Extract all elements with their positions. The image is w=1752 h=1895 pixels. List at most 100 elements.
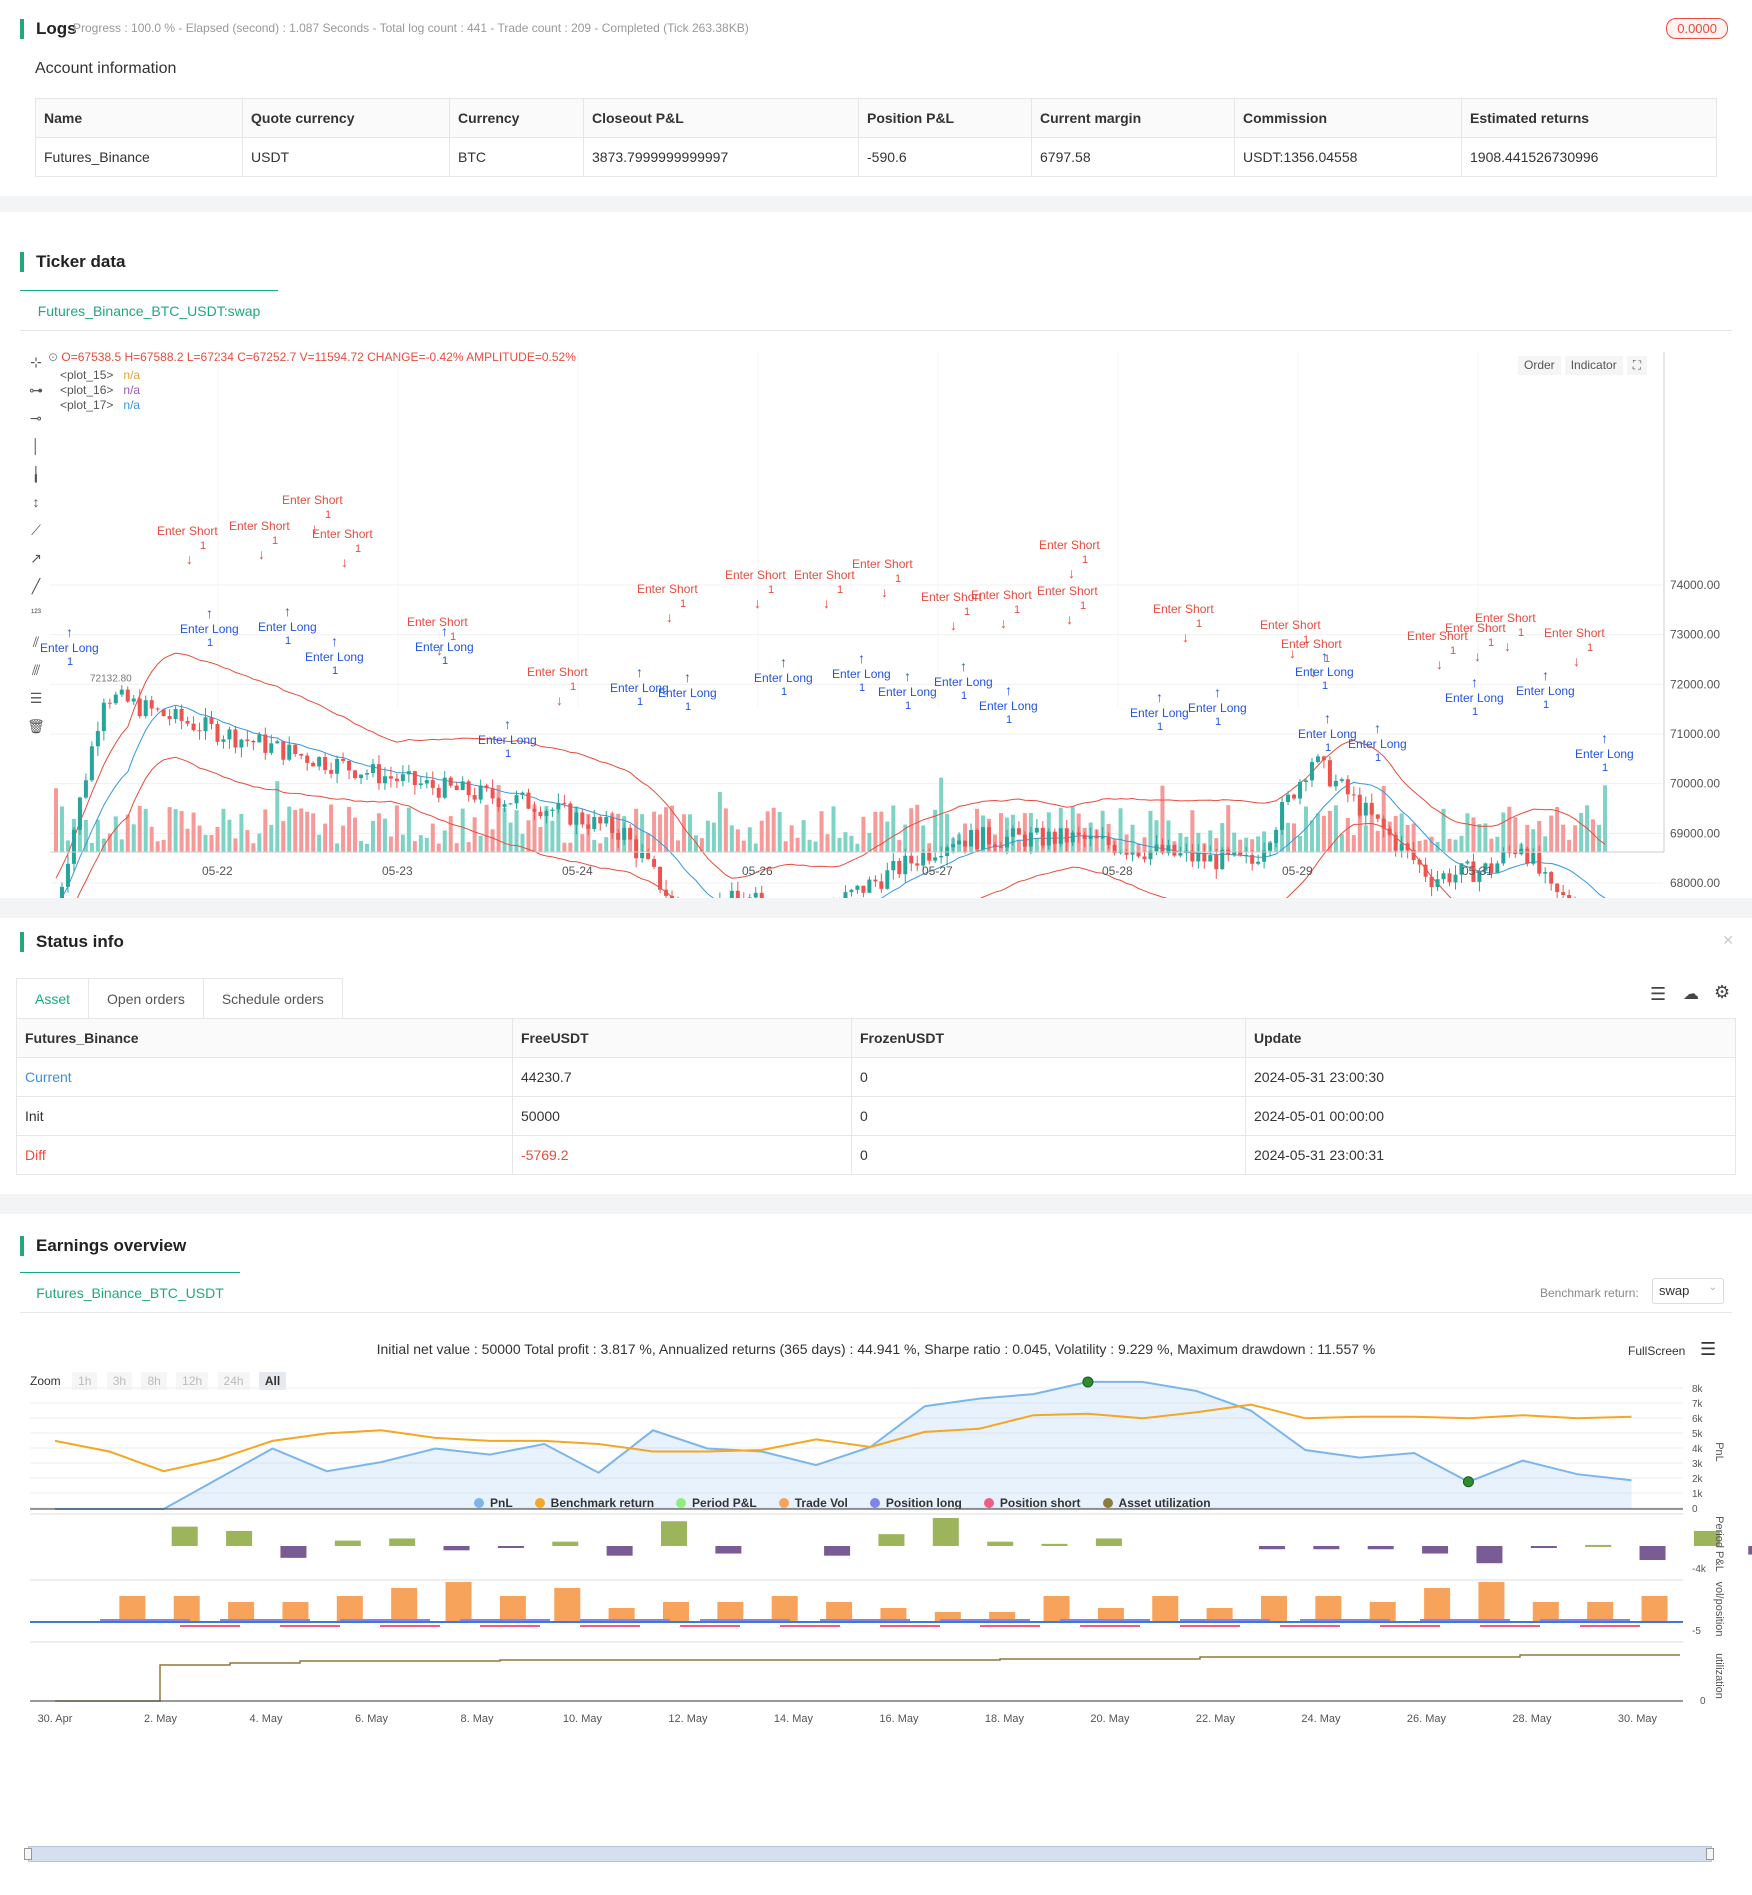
- volume-bar: [1423, 839, 1428, 852]
- legend-item[interactable]: Trade Vol: [778, 1496, 848, 1510]
- candle-body: [861, 885, 866, 893]
- candle-body: [1070, 832, 1075, 843]
- enter-long-label: Enter Long: [305, 650, 364, 664]
- signal-qty-label: 1: [895, 573, 901, 585]
- candle-body: [323, 757, 328, 771]
- volume-bar: [1315, 813, 1320, 852]
- date-tick-label: 05-31: [1462, 864, 1493, 878]
- list-icon[interactable]: ☰: [1650, 984, 1666, 1005]
- account-cell: 6797.58: [1031, 137, 1235, 177]
- asset-cell[interactable]: Current: [16, 1057, 513, 1097]
- volume-bar: [281, 821, 286, 852]
- arrow-down-icon: ↓: [1068, 565, 1075, 581]
- volume-bar: [1543, 836, 1548, 852]
- candle-body: [520, 792, 525, 796]
- tab-open-orders[interactable]: Open orders: [89, 978, 204, 1020]
- candle-body: [341, 758, 346, 761]
- legend-item[interactable]: Period P&L: [676, 1496, 757, 1510]
- candle-body: [281, 741, 286, 760]
- candle-body: [604, 817, 609, 824]
- candle-body: [885, 870, 890, 889]
- signal-qty-label: 1: [1014, 604, 1020, 616]
- pnl-tick-label: 0: [1692, 1504, 1698, 1515]
- arrow-up-icon: ↑: [904, 668, 911, 684]
- candle-body: [1238, 852, 1243, 856]
- enter-long-label: Enter Long: [658, 686, 717, 700]
- account-cell: 3873.7999999999997: [583, 137, 859, 177]
- legend-item[interactable]: PnL: [474, 1496, 513, 1510]
- candle-body: [580, 812, 585, 825]
- arrow-up-icon: ↑: [780, 654, 787, 670]
- navigator-left-handle[interactable]: [24, 1848, 32, 1860]
- panel-axis-title: PnL: [1713, 1442, 1725, 1462]
- volume-bar: [311, 813, 316, 852]
- candle-body: [1501, 852, 1506, 864]
- cloud-download-icon[interactable]: ☁: [1683, 984, 1699, 1004]
- candle-body: [89, 746, 94, 781]
- candle-body: [179, 708, 184, 721]
- candle-body: [1447, 873, 1452, 883]
- table-row: Futures_Binance USDT BTC 3873.7999999999…: [35, 137, 1717, 177]
- candle-body: [1429, 876, 1434, 887]
- tab-schedule-orders[interactable]: Schedule orders: [203, 978, 343, 1020]
- candle-body: [400, 774, 405, 782]
- candle-body: [263, 734, 268, 753]
- asset-cell: 0: [851, 1057, 1246, 1097]
- volume-bar: [197, 825, 202, 852]
- candle-body: [574, 812, 579, 825]
- candle-body: [998, 846, 1003, 848]
- legend-item[interactable]: Position long: [869, 1496, 962, 1510]
- table-row: Diff -5769.2 0 2024-05-31 23:00:31: [16, 1135, 1736, 1175]
- candle-body: [1387, 828, 1392, 835]
- navigator-right-handle[interactable]: [1706, 1848, 1714, 1860]
- period-pnl-bar: [878, 1534, 905, 1546]
- account-cell: 1908.441526730996: [1461, 137, 1717, 177]
- enter-long-label: Enter Long: [934, 675, 993, 689]
- signal-qty-label: 1: [285, 635, 291, 647]
- volume-bar: [1232, 832, 1237, 852]
- period-pnl-bar: [1748, 1546, 1752, 1555]
- earnings-chart[interactable]: 8k 7k 6k 5k 4k 3k 2k 1k 0 -4k -5 0 PnL Period P&L vol/…: [0, 1214, 1752, 1895]
- legend-label: Period P&L: [692, 1496, 757, 1510]
- volume-bar: [1148, 810, 1153, 852]
- volume-bar: [293, 809, 298, 852]
- tab-asset[interactable]: Asset: [16, 978, 90, 1020]
- signal-qty-label: 1: [1518, 627, 1524, 639]
- arrow-up-icon: ↑: [1005, 682, 1012, 698]
- candle-body: [83, 780, 88, 798]
- enter-short-label: Enter Short: [282, 493, 343, 507]
- candle-body: [670, 895, 675, 898]
- candle-body: [1040, 827, 1045, 846]
- date-tick-label: 8. May: [460, 1713, 494, 1725]
- pnl-tick-label: 3k: [1692, 1459, 1704, 1470]
- candle-body: [221, 739, 226, 742]
- account-cell: USDT: [242, 137, 450, 177]
- volume-bar: [1561, 824, 1566, 852]
- date-tick-label: 05-26: [742, 864, 773, 878]
- candle-body: [466, 781, 471, 796]
- navigator[interactable]: [28, 1846, 1712, 1862]
- legend-item[interactable]: Benchmark return: [534, 1496, 654, 1510]
- close-icon[interactable]: ✕: [1722, 932, 1734, 949]
- volume-bar: [119, 839, 124, 852]
- volume-bar: [771, 807, 776, 852]
- volume-bar: [1256, 836, 1261, 852]
- candle-body: [1357, 794, 1362, 816]
- signal-qty-label: 1: [961, 690, 967, 702]
- arrow-down-icon: ↓: [258, 546, 265, 562]
- candle-body: [502, 804, 507, 807]
- legend-item[interactable]: Asset utilization: [1102, 1496, 1211, 1510]
- price-chart[interactable]: Enter Short 1 ↓ Enter Short 1 ↓ Enter Short 1 ↓ E…: [0, 212, 1752, 898]
- volume-bar: [1339, 834, 1344, 852]
- legend-dot-icon: [534, 1498, 545, 1508]
- legend-item[interactable]: Position short: [983, 1496, 1081, 1510]
- candle-body: [598, 816, 603, 824]
- signal-qty-label: 1: [1488, 637, 1494, 649]
- period-pnl-bar: [226, 1530, 253, 1546]
- volume-bar: [508, 822, 513, 852]
- gear-icon[interactable]: ⚙: [1714, 982, 1730, 1003]
- volume-bar: [1579, 813, 1584, 852]
- date-tick-label: 24. May: [1301, 1713, 1341, 1725]
- candle-body: [137, 698, 142, 717]
- volume-bar: [227, 819, 232, 852]
